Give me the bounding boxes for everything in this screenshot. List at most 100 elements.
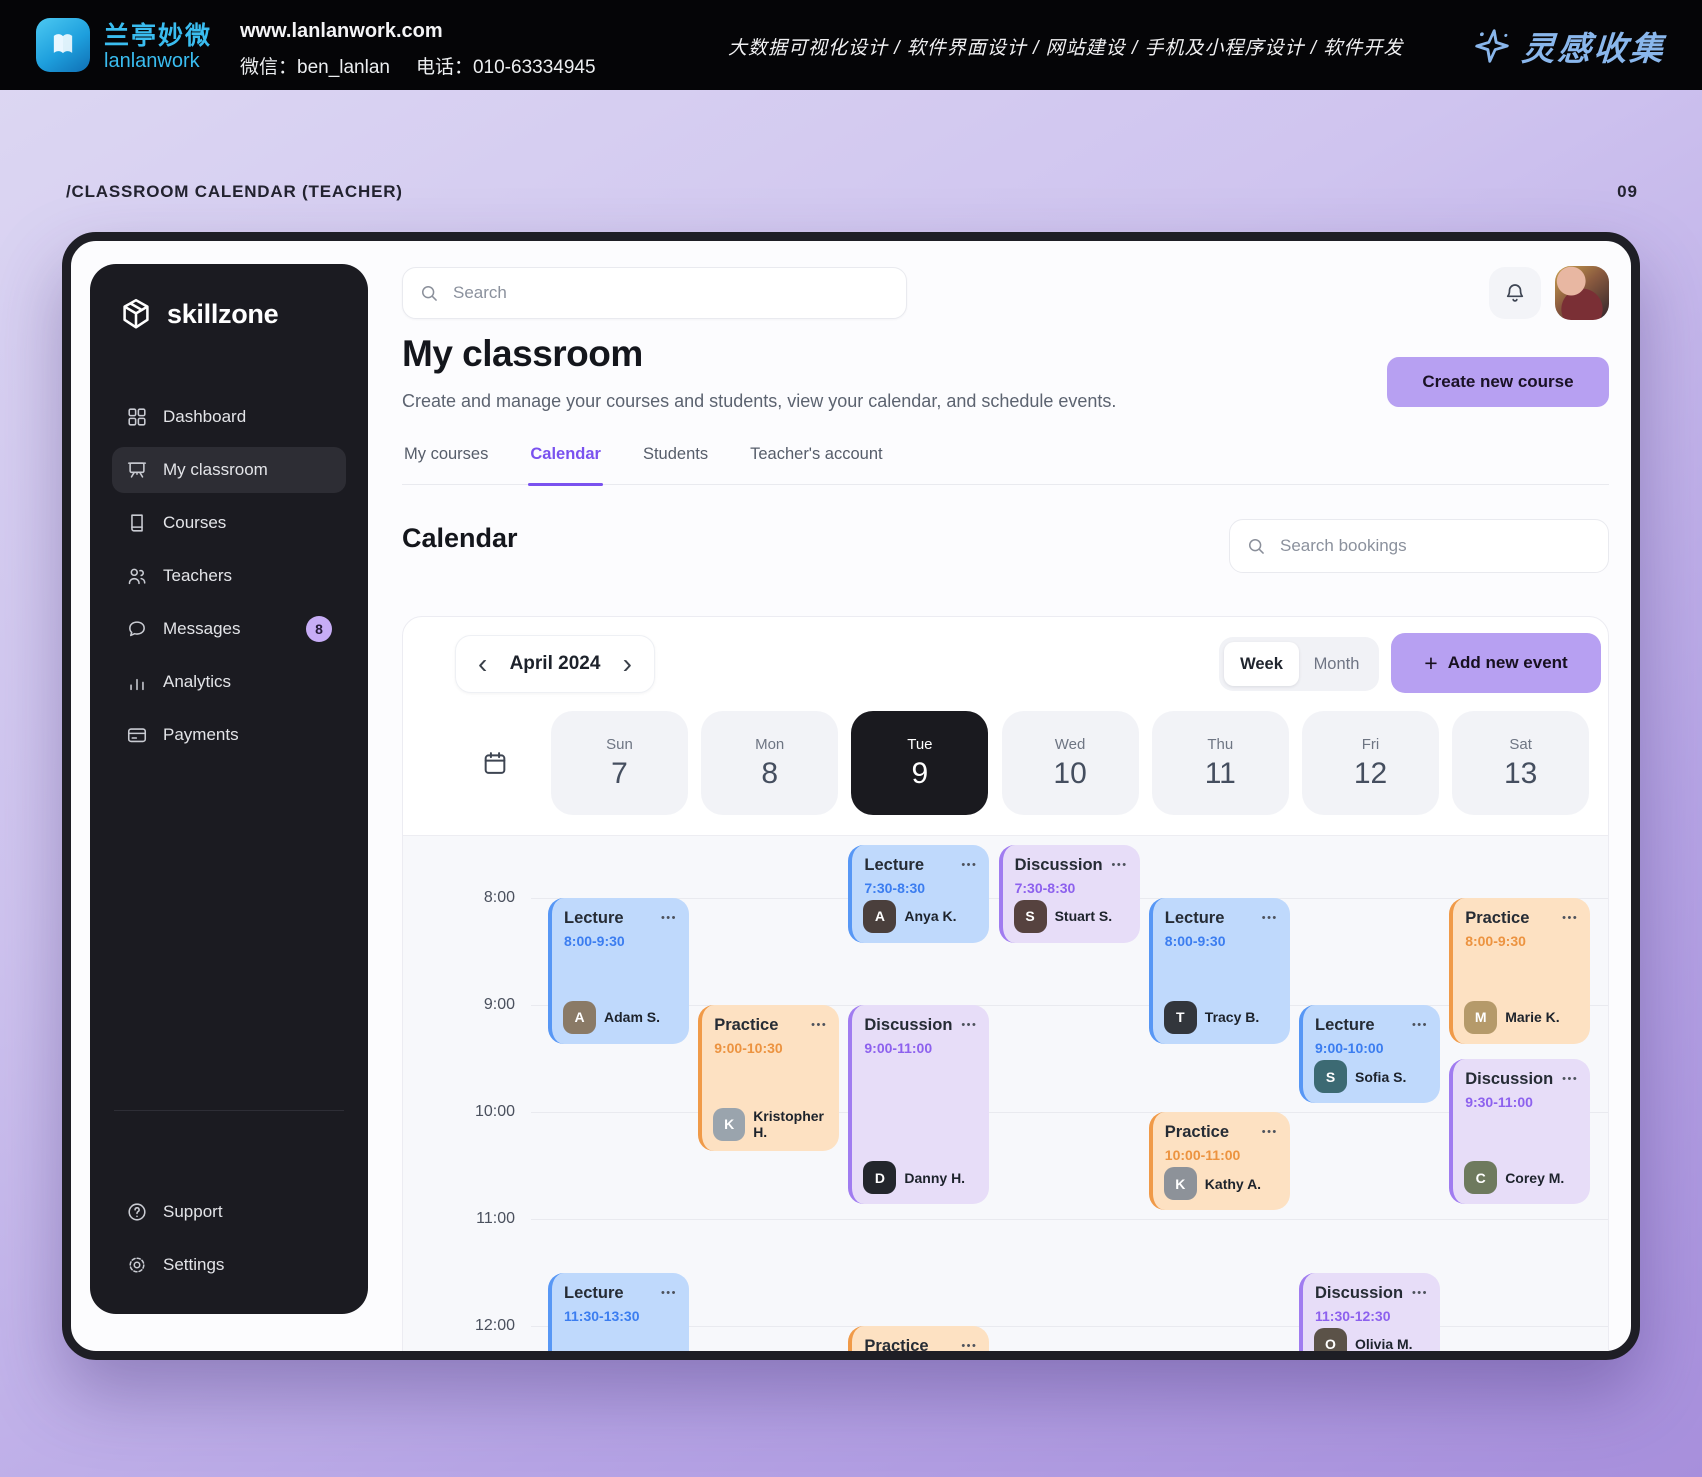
event-card-practice-4[interactable]: Practice ••• 10:00-11:00 K Kathy A. — [1148, 1112, 1290, 1210]
day-card-fri[interactable]: Fri 12 — [1302, 711, 1439, 815]
tab-teacher-s-account[interactable]: Teacher's account — [748, 439, 884, 484]
plus-icon: + — [1424, 649, 1438, 676]
student-name: Marie K. — [1505, 1009, 1560, 1025]
event-menu-icon[interactable]: ••• — [811, 1019, 827, 1031]
event-menu-icon[interactable]: ••• — [661, 912, 677, 924]
event-time: 8:00-9:30 — [1164, 933, 1226, 949]
student-avatar: C — [1464, 1161, 1498, 1194]
app-logo-text: skillzone — [167, 298, 279, 329]
event-title: Discussion — [1014, 855, 1103, 874]
event-time: 7:30-8:30 — [1014, 879, 1076, 896]
skillzone-cube-icon — [123, 298, 149, 329]
event-menu-icon[interactable]: ••• — [1562, 912, 1578, 924]
day-card-mon[interactable]: Mon 8 — [701, 711, 839, 815]
calendar-section-title: Calendar — [402, 523, 518, 553]
bookings-search-input[interactable] — [1278, 535, 1592, 557]
event-card-practice-6[interactable]: Practice ••• 8:00-9:30 M Marie K. — [1449, 898, 1591, 1044]
event-menu-icon[interactable]: ••• — [1262, 912, 1278, 924]
day-card-sat[interactable]: Sat 13 — [1452, 711, 1590, 815]
event-card-lecture-4[interactable]: Lecture ••• 8:00-9:30 T Tracy B. — [1148, 898, 1290, 1044]
hour-gridline — [531, 1112, 1608, 1113]
event-menu-icon[interactable]: ••• — [1562, 1073, 1578, 1085]
event-card-discussion-2[interactable]: Discussion ••• 9:00-11:00 D Danny H. — [848, 1005, 990, 1204]
sidebar-item-payments[interactable]: Payments — [112, 712, 346, 758]
sidebar-item-settings[interactable]: Settings — [112, 1242, 346, 1288]
event-card-lecture-2[interactable]: Lecture ••• 7:30-8:30 A Anya K. — [848, 844, 990, 943]
sidebar-item-dashboard[interactable]: Dashboard — [112, 394, 346, 440]
event-title: Lecture — [564, 909, 624, 927]
sidebar-item-label: Settings — [163, 1255, 225, 1274]
event-card-practice-1[interactable]: Practice ••• 9:00-10:30 K Kristopher H. — [698, 1005, 840, 1151]
event-menu-icon[interactable]: ••• — [961, 859, 977, 871]
user-avatar[interactable] — [1555, 266, 1609, 320]
sidebar-item-label: Dashboard — [163, 407, 247, 426]
tab-my-courses[interactable]: My courses — [402, 439, 490, 484]
event-menu-icon[interactable]: ••• — [961, 1019, 977, 1031]
event-card-lecture-0[interactable]: Lecture ••• 8:00-9:30 A Adam S. — [548, 898, 689, 1044]
day-card-tue[interactable]: Tue 9 — [851, 711, 989, 815]
student-name: Kathy A. — [1204, 1175, 1262, 1192]
sidebar-item-label: Analytics — [163, 672, 232, 691]
event-menu-icon[interactable]: ••• — [1412, 1287, 1428, 1299]
view-option-week[interactable]: Week — [1224, 642, 1299, 686]
student-avatar: A — [563, 1000, 596, 1034]
courses-icon — [126, 512, 148, 534]
chevron-right-icon[interactable]: › — [621, 650, 634, 678]
event-menu-icon[interactable]: ••• — [1412, 1019, 1428, 1031]
sidebar-item-support[interactable]: Support — [112, 1189, 346, 1235]
support-icon — [126, 1201, 148, 1223]
sidebar-item-analytics[interactable]: Analytics — [112, 659, 346, 705]
student-avatar: S — [1314, 1060, 1347, 1093]
event-card-lecture-0[interactable]: Lecture ••• 11:30-13:30 — [548, 1272, 689, 1351]
payments-icon — [126, 724, 148, 746]
notifications-button[interactable] — [1489, 267, 1541, 319]
day-name: Tue — [907, 735, 933, 753]
sidebar-nav: Dashboard My classroom Courses Teachers Mess… — [112, 394, 346, 758]
event-menu-icon[interactable]: ••• — [661, 1287, 677, 1299]
sidebar-item-teachers[interactable]: Teachers — [112, 553, 346, 599]
create-new-course-button[interactable]: Create new course — [1387, 357, 1609, 407]
event-title: Lecture — [864, 855, 924, 874]
search-input[interactable] — [451, 282, 890, 304]
global-search[interactable] — [402, 267, 907, 319]
event-title: Lecture — [1164, 909, 1225, 927]
time-label: 9:00 — [483, 996, 515, 1013]
add-new-event-button[interactable]: + Add new event — [1391, 633, 1601, 693]
lanlanwork-logo — [36, 18, 90, 72]
view-toggle: Week Month — [1219, 637, 1379, 691]
day-card-sun[interactable]: Sun 7 — [551, 711, 688, 815]
student-avatar: K — [1163, 1167, 1197, 1200]
event-menu-icon[interactable]: ••• — [1262, 1126, 1278, 1138]
unread-count-badge: 8 — [306, 616, 332, 642]
sparkle-icon — [1475, 29, 1509, 63]
student-name: Adam S. — [604, 1009, 661, 1025]
sidebar-item-my-classroom[interactable]: My classroom — [112, 447, 346, 493]
sidebar: skillzone Dashboard My classroom Courses Te… — [90, 264, 368, 1314]
chevron-left-icon[interactable]: ‹ — [476, 650, 489, 678]
event-card-practice-2[interactable]: Practice•••12:00-13:00 — [848, 1326, 990, 1351]
event-menu-icon[interactable]: ••• — [961, 1340, 977, 1351]
student-name: Kristopher H. — [753, 1108, 824, 1140]
event-card-discussion-5[interactable]: Discussion ••• 11:30-12:30 O Olivia M. — [1299, 1272, 1440, 1351]
event-card-discussion-6[interactable]: Discussion ••• 9:30-11:00 C Corey M. — [1449, 1058, 1591, 1204]
settings-icon — [126, 1254, 148, 1276]
event-menu-icon[interactable]: ••• — [1112, 859, 1128, 871]
sidebar-item-messages[interactable]: Messages 8 — [112, 606, 346, 652]
view-option-month[interactable]: Month — [1299, 642, 1374, 686]
sidebar-item-courses[interactable]: Courses — [112, 500, 346, 546]
page: 兰亭妙微 lanlanwork www.lanlanwork.com 微信：be… — [0, 0, 1702, 1477]
event-student: C Corey M. — [1464, 1161, 1564, 1194]
day-card-wed[interactable]: Wed 10 — [1001, 711, 1139, 815]
day-number: 12 — [1353, 756, 1388, 790]
day-card-thu[interactable]: Thu 11 — [1151, 711, 1289, 815]
month-selector: ‹ April 2024 › — [455, 635, 655, 693]
tab-calendar[interactable]: Calendar — [528, 439, 603, 486]
sidebar-item-label: Messages — [163, 619, 241, 638]
search-icon — [422, 286, 437, 301]
event-card-lecture-5[interactable]: Lecture ••• 9:00-10:00 S Sofia S. — [1299, 1005, 1440, 1103]
event-card-discussion-3[interactable]: Discussion ••• 7:30-8:30 S Stuart S. — [998, 844, 1140, 943]
bookings-search[interactable] — [1229, 519, 1609, 573]
sidebar-divider — [114, 1110, 344, 1111]
student-avatar: T — [1163, 1000, 1197, 1034]
tab-students[interactable]: Students — [641, 439, 710, 484]
